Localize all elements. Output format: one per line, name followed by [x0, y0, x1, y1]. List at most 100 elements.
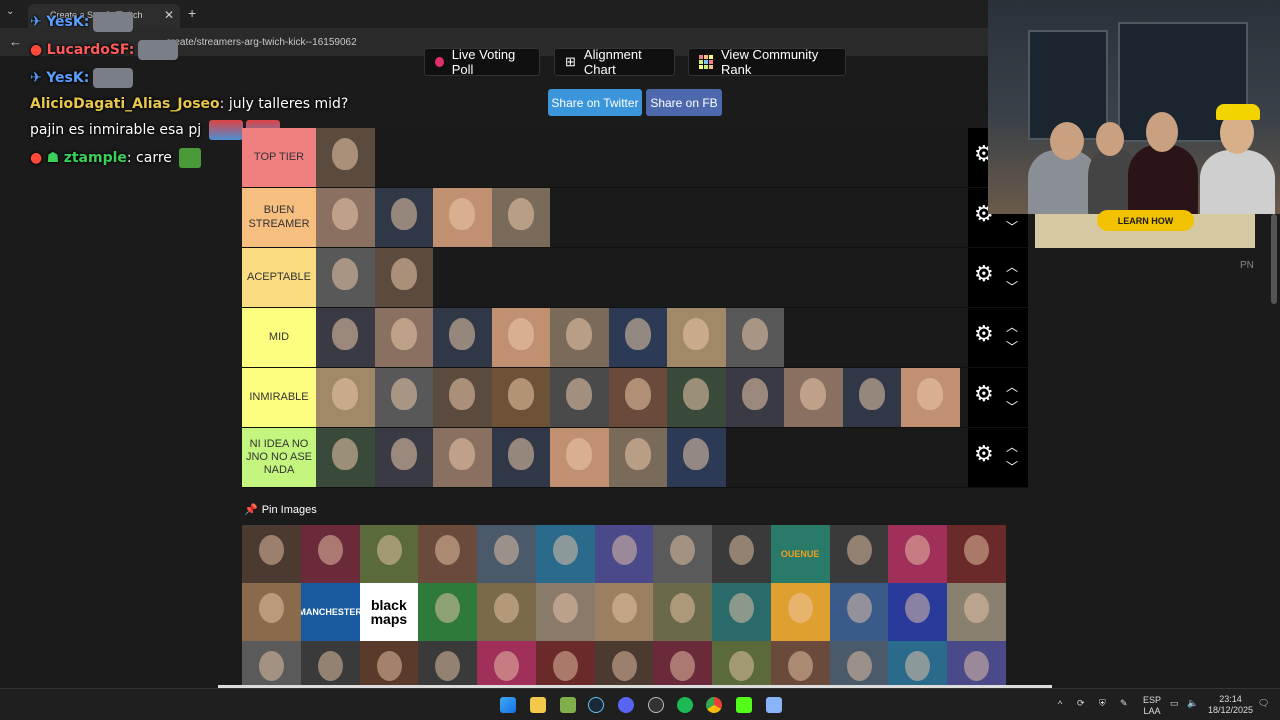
- network-icon[interactable]: ▭: [1170, 698, 1179, 709]
- close-tab-icon[interactable]: ✕: [164, 8, 174, 22]
- pin-image[interactable]: [888, 525, 947, 583]
- pin-image[interactable]: [829, 583, 889, 641]
- streamer-image[interactable]: [608, 428, 667, 487]
- streamer-image[interactable]: [316, 308, 375, 367]
- move-up-icon[interactable]: ︿: [1006, 261, 1018, 273]
- streamer-image[interactable]: [433, 188, 492, 247]
- tray-expand-icon[interactable]: ^: [1058, 699, 1062, 710]
- pin-image[interactable]: [594, 525, 654, 583]
- pin-image[interactable]: [712, 583, 771, 641]
- streamer-image[interactable]: [374, 368, 433, 427]
- language-indicator[interactable]: ESP LAA: [1143, 695, 1161, 717]
- steam-icon[interactable]: [588, 697, 604, 713]
- streamer-image[interactable]: [316, 188, 375, 247]
- share-twitter-button[interactable]: Share on Twitter: [548, 89, 642, 116]
- streamer-image[interactable]: [608, 308, 667, 367]
- streamer-image[interactable]: [550, 368, 609, 427]
- streamer-image[interactable]: [316, 128, 375, 187]
- streamer-image[interactable]: [316, 368, 375, 427]
- streamer-image[interactable]: [901, 368, 960, 427]
- url-field[interactable]: create/streamers-arg-twich-kick--1615906…: [166, 37, 357, 48]
- streamer-image[interactable]: [374, 188, 433, 247]
- volume-icon[interactable]: 🔈: [1187, 698, 1198, 709]
- streamer-image[interactable]: [608, 368, 667, 427]
- streamer-image[interactable]: [667, 368, 726, 427]
- move-down-icon[interactable]: ﹀: [1006, 401, 1018, 413]
- tier-label[interactable]: NI IDEA NO JNO NO ASE NADA: [242, 428, 316, 487]
- pin-image[interactable]: [947, 583, 1006, 641]
- streamer-image[interactable]: [374, 248, 433, 307]
- move-up-icon[interactable]: ︿: [1006, 321, 1018, 333]
- move-up-icon[interactable]: ︿: [1006, 441, 1018, 453]
- learn-how-button[interactable]: LEARN HOW: [1097, 210, 1194, 231]
- new-tab-icon[interactable]: +: [188, 5, 196, 21]
- pin-image[interactable]: [242, 525, 301, 583]
- pin-image[interactable]: [477, 583, 536, 641]
- pin-image[interactable]: [653, 525, 712, 583]
- streamer-image[interactable]: [374, 308, 433, 367]
- streamer-image[interactable]: [842, 368, 901, 427]
- move-down-icon[interactable]: ﹀: [1006, 341, 1018, 353]
- discord-icon[interactable]: [618, 697, 634, 713]
- notifications-icon[interactable]: 🗨: [1258, 698, 1269, 709]
- gear-icon[interactable]: ⚙: [974, 383, 994, 405]
- streamer-image[interactable]: [725, 368, 784, 427]
- tier-label[interactable]: TOP TIER: [242, 128, 316, 187]
- pin-image[interactable]: OUENUE: [770, 525, 830, 583]
- pin-image[interactable]: [829, 525, 889, 583]
- streamer-image[interactable]: [667, 428, 726, 487]
- shield-icon[interactable]: ⛨: [1099, 698, 1106, 709]
- streamer-image[interactable]: [491, 308, 550, 367]
- gear-icon[interactable]: ⚙: [974, 323, 994, 345]
- move-up-icon[interactable]: ︿: [1006, 381, 1018, 393]
- streamer-image[interactable]: [316, 428, 375, 487]
- tier-label[interactable]: BUEN STREAMER: [242, 188, 316, 247]
- streamer-image[interactable]: [433, 368, 492, 427]
- clock[interactable]: 23:14 18/12/2025: [1208, 694, 1253, 716]
- streamer-image[interactable]: [550, 428, 609, 487]
- notepad-icon[interactable]: [766, 697, 782, 713]
- move-down-icon[interactable]: ﹀: [1006, 281, 1018, 293]
- pin-image[interactable]: MANCHESTER: [300, 583, 360, 641]
- streamer-image[interactable]: [784, 368, 843, 427]
- pin-image[interactable]: [477, 525, 536, 583]
- streamer-image[interactable]: [374, 428, 433, 487]
- gear-icon[interactable]: ⚙: [974, 263, 994, 285]
- live-voting-button[interactable]: Live Voting Poll: [424, 47, 540, 77]
- pin-image[interactable]: black maps: [359, 583, 419, 641]
- streamer-image[interactable]: [491, 188, 550, 247]
- windows-start-icon[interactable]: [500, 697, 516, 713]
- pen-icon[interactable]: ✎: [1120, 698, 1128, 709]
- chrome-icon[interactable]: [706, 697, 722, 713]
- pin-image[interactable]: [418, 525, 477, 583]
- back-arrow-icon[interactable]: ←: [9, 34, 22, 49]
- streamer-image[interactable]: [433, 308, 492, 367]
- minecraft-icon[interactable]: [560, 697, 576, 713]
- pin-image[interactable]: [712, 525, 771, 583]
- sync-icon[interactable]: ⟳: [1077, 698, 1085, 709]
- streamer-image[interactable]: [491, 368, 550, 427]
- share-fb-button[interactable]: Share on FB: [646, 89, 722, 116]
- scrollbar[interactable]: [1271, 214, 1277, 304]
- pin-image[interactable]: [359, 525, 419, 583]
- pin-image[interactable]: [535, 583, 595, 641]
- tier-label[interactable]: INMIRABLE: [242, 368, 316, 427]
- streamer-image[interactable]: [491, 428, 550, 487]
- pin-image[interactable]: [770, 583, 830, 641]
- alignment-chart-button[interactable]: ⊞ Alignment Chart: [554, 47, 675, 77]
- pin-image[interactable]: [653, 583, 712, 641]
- move-down-icon[interactable]: ﹀: [1006, 461, 1018, 473]
- pin-image[interactable]: [300, 525, 360, 583]
- pin-image[interactable]: [888, 583, 947, 641]
- obs-icon[interactable]: [648, 697, 664, 713]
- pin-image[interactable]: [947, 525, 1006, 583]
- tier-label[interactable]: ACEPTABLE: [242, 248, 316, 307]
- tier-label[interactable]: MID: [242, 308, 316, 367]
- move-down-icon[interactable]: ﹀: [1006, 221, 1018, 233]
- pin-image[interactable]: [535, 525, 595, 583]
- streamer-image[interactable]: [667, 308, 726, 367]
- spotify-icon[interactable]: [677, 697, 693, 713]
- pin-image[interactable]: [242, 583, 301, 641]
- file-explorer-icon[interactable]: [530, 697, 546, 713]
- pin-image[interactable]: [418, 583, 477, 641]
